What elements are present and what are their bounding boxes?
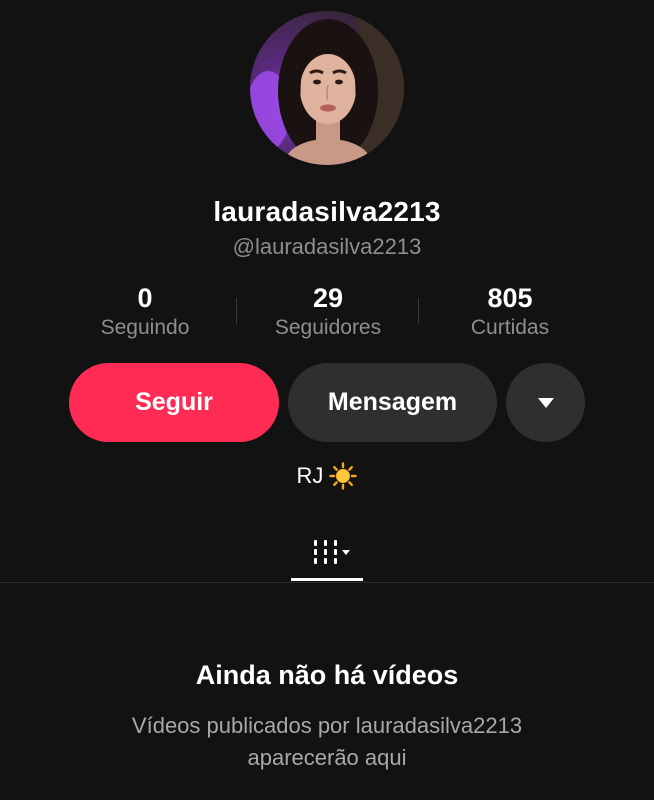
chevron-down-icon <box>342 550 350 555</box>
stat-following-value: 0 <box>137 283 153 313</box>
stat-likes-value: 805 <box>487 283 533 313</box>
tab-active-indicator <box>291 578 363 581</box>
stat-divider <box>418 298 419 324</box>
empty-state-description-line-1: Vídeos publicados por lauradasilva2213 <box>131 713 523 738</box>
tab-bar-divider <box>0 582 654 583</box>
empty-state-title: Ainda não há vídeos <box>195 660 459 690</box>
display-name: lauradasilva2213 <box>213 196 441 227</box>
follow-button[interactable]: Seguir <box>69 363 279 442</box>
message-button[interactable]: Mensagem <box>288 363 497 442</box>
bio-text: RJ <box>296 463 324 488</box>
tab-videos[interactable] <box>292 525 364 581</box>
stat-followers-label: Seguidores <box>274 316 382 339</box>
stat-divider <box>236 298 237 324</box>
stat-following-label: Seguindo <box>100 316 190 339</box>
caret-down-icon <box>537 397 554 408</box>
grid-columns-icon <box>314 540 350 564</box>
profile-photo <box>250 11 404 165</box>
avatar[interactable] <box>250 11 404 165</box>
more-options-button[interactable] <box>506 363 585 442</box>
sun-icon <box>329 462 358 490</box>
stat-likes-label: Curtidas <box>470 316 550 339</box>
stat-followers-value: 29 <box>312 283 344 313</box>
stat-followers[interactable]: 29 Seguidores <box>238 282 418 342</box>
profile-stats: 0 Seguindo 29 Seguidores 805 Curtidas <box>0 282 654 352</box>
stat-likes[interactable]: 805 Curtidas <box>420 282 600 342</box>
username-handle: @lauradasilva2213 <box>232 234 422 259</box>
stat-following[interactable]: 0 Seguindo <box>55 282 235 342</box>
bio: RJ <box>0 462 654 490</box>
empty-state-description-line-2: aparecerão aqui <box>247 745 407 770</box>
empty-state-description: Vídeos publicados por lauradasilva2213 a… <box>60 710 594 774</box>
